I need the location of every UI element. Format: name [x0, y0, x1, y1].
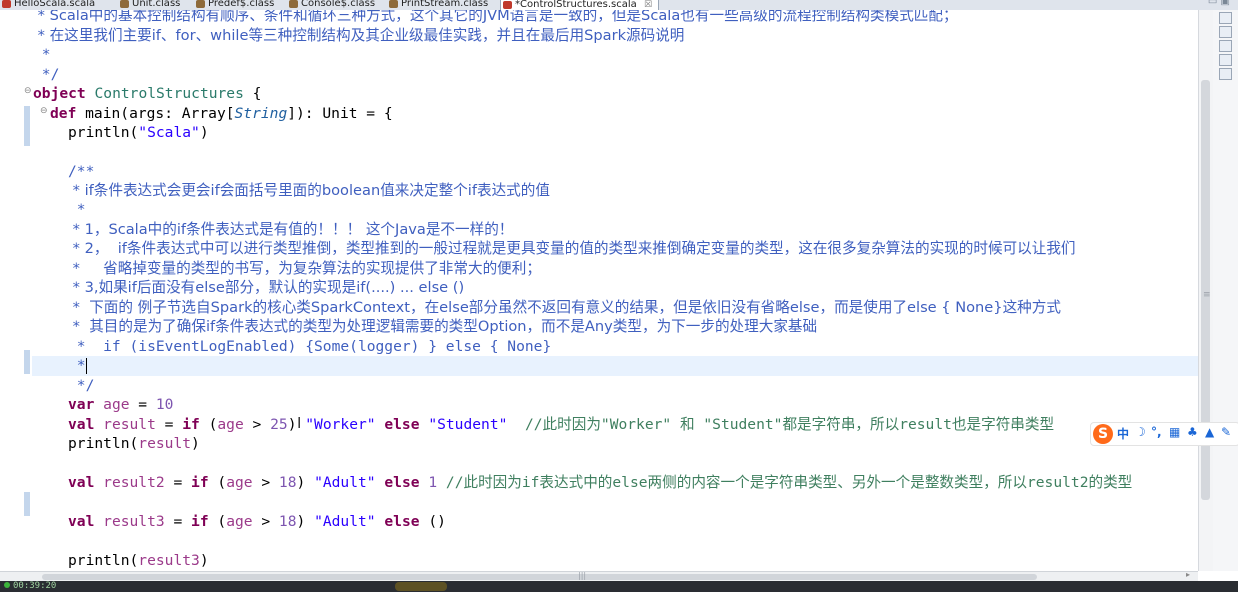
recording-indicator: [395, 582, 447, 591]
quick-diff-bar: [24, 106, 30, 146]
restore-view-icon[interactable]: [1219, 12, 1232, 24]
tab-close-icon[interactable]: ☒: [644, 0, 652, 10]
sogou-logo-icon[interactable]: S: [1093, 424, 1113, 444]
class-file-icon: [389, 0, 398, 8]
code-line: * Scala中的基本控制结构有顺序、条件和循环三种方式，这个其它的JVM语言是…: [33, 10, 958, 24]
code-line: *: [33, 46, 51, 63]
tab-label: HelloScala.scala: [14, 0, 96, 9]
code-line: * 在这里我们主要if、for、while等三种控制结构及其企业级最佳实践，并且…: [33, 27, 685, 44]
code-line: * 3,如果if后面没有else部分，默认的实现是if(....) ... el…: [68, 279, 465, 296]
window-controls[interactable]: ▭ ▣: [1208, 0, 1230, 7]
code-line: val result3 = if (age > 18) "Adult" else…: [68, 513, 446, 530]
code-line: * 下面的 例子节选自Spark的核心类SparkContext，在else部分…: [68, 299, 1061, 316]
keyboard-icon[interactable]: ▦: [1169, 425, 1180, 439]
tab-unit-class[interactable]: Unit.class: [118, 0, 180, 10]
class-file-icon: [196, 0, 205, 8]
vertical-scrollbar[interactable]: ≡: [1198, 10, 1213, 571]
side-toolbar: [1213, 10, 1238, 571]
code-line: val result2 = if (age > 18) "Adult" else…: [68, 474, 1133, 491]
recording-bar: [0, 581, 1238, 592]
code-line: */: [33, 66, 60, 83]
code-line: def main(args: Array[String]): Unit = {: [50, 105, 393, 122]
record-dot-icon: [4, 582, 10, 588]
text-caret: [85, 358, 87, 374]
fold-toggle-icon[interactable]: ⊖: [24, 86, 32, 96]
code-line: *: [68, 201, 86, 218]
moon-icon[interactable]: ☽: [1135, 425, 1146, 439]
fold-toggle-icon[interactable]: ⊖: [40, 106, 48, 116]
code-line: println(result3): [68, 552, 209, 569]
scala-file-icon: [503, 1, 512, 9]
quick-diff-bar: [24, 350, 30, 374]
tab-printstream-class[interactable]: PrintStream.class: [387, 0, 488, 10]
code-line: object ControlStructures {: [33, 85, 262, 102]
code-line: *: [68, 357, 87, 374]
scroll-right-arrow-icon[interactable]: ▸: [1186, 570, 1190, 579]
class-file-icon: [120, 0, 129, 8]
skin-icon[interactable]: ♣: [1187, 425, 1198, 439]
scala-file-icon: [2, 0, 11, 8]
code-line: * 2， if条件表达式中可以进行类型推倒，类型推到的一般过程就是更具变量的值的…: [68, 240, 1076, 257]
code-line: var age = 10: [68, 396, 174, 413]
console-view-icon[interactable]: [1219, 68, 1232, 80]
current-line-highlight: [32, 356, 1198, 376]
horizontal-scroll-thumb[interactable]: |||: [42, 571, 1037, 580]
tab-label: Predef$.class: [208, 0, 275, 9]
code-line: */: [68, 377, 95, 394]
tab-console-class[interactable]: Console$.class: [287, 0, 375, 10]
quick-diff-bar: [24, 492, 30, 516]
shirt-icon[interactable]: ▲: [1205, 425, 1214, 439]
code-line: * if (isEventLogEnabled) {Some(logger) }…: [68, 338, 552, 355]
task-view-icon[interactable]: [1219, 40, 1232, 52]
code-editor[interactable]: ⊖ ⊖ * Scala中的基本控制结构有顺序、条件和循环三种方式，这个其它的JV…: [0, 10, 1198, 571]
tab-label: PrintStream.class: [401, 0, 489, 9]
recording-timer: 00:39:20: [0, 580, 56, 592]
class-file-icon: [289, 0, 298, 8]
code-line: val result = if (age > 25) "Worker" else…: [68, 416, 1055, 433]
problems-view-icon[interactable]: [1219, 54, 1232, 66]
code-line: * if条件表达式会更会if会面括号里面的boolean值来决定整个if表达式的…: [68, 182, 550, 199]
code-line: println(result): [68, 435, 200, 452]
grip-icon: |||: [578, 571, 587, 580]
grip-icon: ≡: [1203, 290, 1211, 300]
mouse-ibeam-cursor: I: [297, 414, 302, 432]
code-line: * 其目的是为了确保if条件表达式的类型为处理逻辑需要的类型Option，而不是…: [68, 318, 818, 335]
ime-mode-toggle[interactable]: 中: [1117, 425, 1129, 442]
code-line: println("Scala"): [68, 124, 209, 141]
tab-helloscala[interactable]: HelloScala.scala: [0, 0, 95, 10]
code-line: * 1，Scala中的if条件表达式是有值的！！！ 这个Java是不一样的！: [68, 221, 514, 238]
tab-label: *ControlStructures.scala: [515, 0, 637, 10]
code-line: /**: [68, 163, 95, 180]
code-line: * 省略掉变量的类型的书写，为复杂算法的实现提供了非常大的便利；: [68, 260, 541, 277]
tab-predef-class[interactable]: Predef$.class: [194, 0, 274, 10]
tab-label: Unit.class: [132, 0, 181, 9]
tab-label: Console$.class: [301, 0, 376, 9]
wrench-icon[interactable]: ✎: [1221, 425, 1231, 439]
outline-view-icon[interactable]: [1219, 26, 1232, 38]
punct-icon[interactable]: °,: [1151, 425, 1162, 439]
sogou-ime-toolbar[interactable]: S 中 ☽ °, ▦ ♣ ▲ ✎: [1090, 422, 1238, 446]
